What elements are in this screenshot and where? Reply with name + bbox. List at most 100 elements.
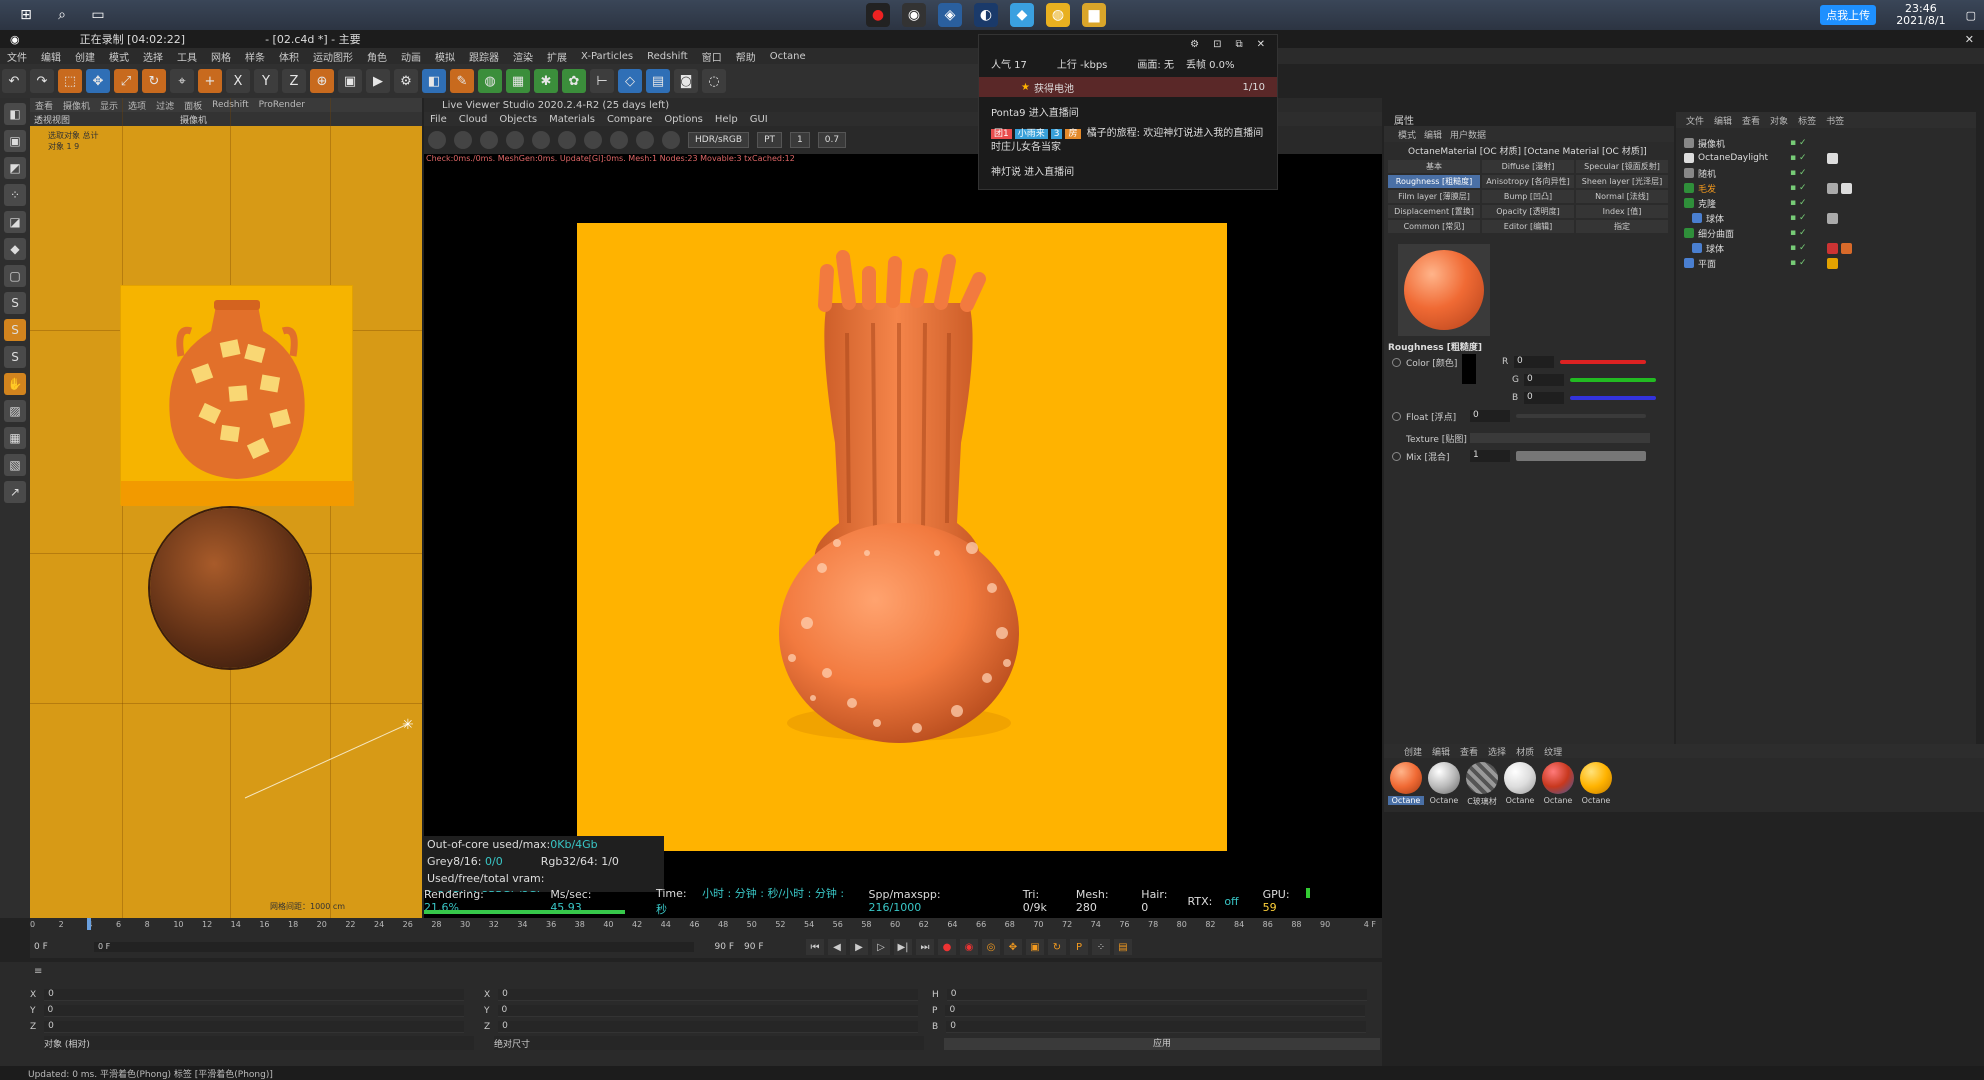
material-slot[interactable]: Octane <box>1540 762 1576 808</box>
lock-icon[interactable]: ▧ <box>4 454 26 476</box>
texture-mode-icon[interactable]: ◩ <box>4 157 26 179</box>
axis-icon[interactable]: ↗ <box>4 481 26 503</box>
light-icon[interactable]: ◌ <box>702 69 726 93</box>
material-tag-icon[interactable] <box>1827 152 1838 164</box>
make-editable-icon[interactable]: ◧ <box>4 103 26 125</box>
live-select-icon[interactable]: ⌖ <box>170 69 194 93</box>
viewer-menu-item[interactable]: Help <box>715 114 738 125</box>
r-slider[interactable] <box>1560 360 1646 364</box>
material-tab[interactable]: Common [常见] <box>1388 220 1480 233</box>
value1-field[interactable]: 1 <box>790 132 810 148</box>
material-tab[interactable]: Displacement [置换] <box>1388 205 1480 218</box>
restart-icon[interactable] <box>454 131 472 149</box>
object-row[interactable]: 随机 ▪ ✓ <box>1684 166 1974 180</box>
scale-key-icon[interactable]: ▣ <box>1026 939 1044 955</box>
attributes-menu-item[interactable]: 用户数据 <box>1450 128 1486 141</box>
menu-item[interactable]: 网格 <box>211 49 231 64</box>
object-row[interactable]: 平面 ▪ ✓ <box>1684 256 1974 270</box>
object-name[interactable]: 克隆 <box>1698 197 1716 210</box>
float-field[interactable]: 0 <box>1470 410 1510 422</box>
material-tag-icon[interactable] <box>1841 182 1852 194</box>
material-tab[interactable]: Opacity [透明度] <box>1482 205 1574 218</box>
c4d-icon[interactable]: ◈ <box>938 3 962 27</box>
material-tab[interactable]: Anisotropy [各向异性] <box>1482 175 1574 188</box>
menu-item[interactable]: 跟踪器 <box>469 49 499 64</box>
material-menu-item[interactable]: 创建 <box>1404 745 1422 758</box>
material-menu-item[interactable]: 材质 <box>1516 745 1534 758</box>
subdivision-icon[interactable]: ◍ <box>478 69 502 93</box>
object-name[interactable]: 细分曲面 <box>1698 227 1734 240</box>
render-icon[interactable]: ▶ <box>366 69 390 93</box>
folder-icon[interactable]: ▆ <box>1082 3 1106 27</box>
material-tab[interactable]: Normal [法线] <box>1576 190 1668 203</box>
visibility-toggle[interactable]: ▪ ✓ <box>1790 243 1807 253</box>
render-view-icon[interactable]: ▣ <box>338 69 362 93</box>
edges-mode-icon[interactable]: ◪ <box>4 211 26 233</box>
object-menu-item[interactable]: 查看 <box>1742 114 1760 127</box>
material-tab[interactable]: Diffuse [漫射] <box>1482 160 1574 173</box>
menu-item[interactable]: Redshift <box>647 51 688 62</box>
record-icon[interactable]: ● <box>938 939 956 955</box>
material-tag-icon[interactable] <box>1827 242 1838 254</box>
first-frame-icon[interactable]: ⏮ <box>806 939 824 955</box>
upload-button[interactable]: 点我上传 <box>1820 5 1877 25</box>
uv-mode-icon[interactable]: ▢ <box>4 265 26 287</box>
kernel-select[interactable]: PT <box>757 132 783 148</box>
texture-slot[interactable] <box>1470 433 1650 443</box>
x-axis-icon[interactable]: X <box>226 69 250 93</box>
grid-key-icon[interactable]: ⁘ <box>1092 939 1110 955</box>
color-radio[interactable] <box>1392 357 1401 367</box>
pos-z-field[interactable]: 0 <box>44 1021 465 1033</box>
material-menu-item[interactable]: 纹理 <box>1544 745 1562 758</box>
position-key-icon[interactable]: ✥ <box>1004 939 1022 955</box>
material-tab[interactable]: Sheen layer [光泽层] <box>1576 175 1668 188</box>
material-slot[interactable]: Octane <box>1388 762 1424 808</box>
param-key-icon[interactable]: P <box>1070 939 1088 955</box>
end-frame[interactable]: 90 F <box>744 942 804 952</box>
pick-focus-icon[interactable] <box>610 131 628 149</box>
floor-icon[interactable]: ▤ <box>646 69 670 93</box>
pos-x-field[interactable]: 0 <box>44 989 465 1001</box>
g-slider[interactable] <box>1570 378 1656 382</box>
next-frame-icon[interactable]: ▶| <box>894 939 912 955</box>
camera-icon[interactable]: ◙ <box>674 69 698 93</box>
material-tab[interactable]: Specular [镜面反射] <box>1576 160 1668 173</box>
popout-icon[interactable]: ⧉ <box>1235 39 1242 50</box>
menu-item[interactable]: 工具 <box>177 49 197 64</box>
settings-icon[interactable]: ⚙ <box>1190 39 1199 50</box>
coord-mode-select[interactable]: 对象 (相对) <box>44 1036 474 1050</box>
viewer-menu-item[interactable]: File <box>430 114 447 125</box>
material-slot[interactable]: Octane <box>1426 762 1462 808</box>
r-field[interactable]: 0 <box>1514 356 1554 368</box>
visibility-toggle[interactable]: ▪ ✓ <box>1790 168 1807 178</box>
object-row[interactable]: 摄像机 ▪ ✓ <box>1684 136 1974 150</box>
redo-icon[interactable]: ↷ <box>30 69 54 93</box>
material-tag-icon[interactable] <box>1827 257 1838 269</box>
close-icon[interactable]: ✕ <box>1965 33 1974 46</box>
lock-icon[interactable]: ⊡ <box>1213 39 1221 50</box>
z-axis-icon[interactable]: Z <box>282 69 306 93</box>
rotation-key-icon[interactable]: ↻ <box>1048 939 1066 955</box>
settings-icon[interactable] <box>532 131 550 149</box>
auto-key-icon[interactable]: ◉ <box>960 939 978 955</box>
rot-b-field[interactable]: 0 <box>946 1021 1367 1033</box>
material-tag-icon[interactable] <box>1841 242 1852 254</box>
attributes-menu-item[interactable]: 模式 <box>1398 128 1416 141</box>
object-menu-item[interactable]: 对象 <box>1770 114 1788 127</box>
menu-item[interactable]: 扩展 <box>547 49 567 64</box>
cube-icon[interactable]: ◧ <box>422 69 446 93</box>
object-name[interactable]: 球体 <box>1706 242 1724 255</box>
material-tab[interactable]: Roughness [粗糙度] <box>1388 175 1480 188</box>
playhead[interactable] <box>87 918 92 930</box>
visibility-toggle[interactable]: ▪ ✓ <box>1790 213 1807 223</box>
menu-item[interactable]: 创建 <box>75 49 95 64</box>
search-icon[interactable]: ⌕ <box>50 3 74 27</box>
material-slot[interactable]: C玻璃材 <box>1464 762 1500 808</box>
pos-y-field[interactable]: 0 <box>43 1005 464 1017</box>
polygons-mode-icon[interactable]: ◆ <box>4 238 26 260</box>
object-menu-item[interactable]: 书签 <box>1826 114 1844 127</box>
object-row[interactable]: 球体 ▪ ✓ <box>1684 241 1974 255</box>
play-icon[interactable]: ▶ <box>850 939 868 955</box>
record-icon[interactable]: ● <box>866 3 890 27</box>
object-row[interactable]: 球体 ▪ ✓ <box>1684 211 1974 225</box>
